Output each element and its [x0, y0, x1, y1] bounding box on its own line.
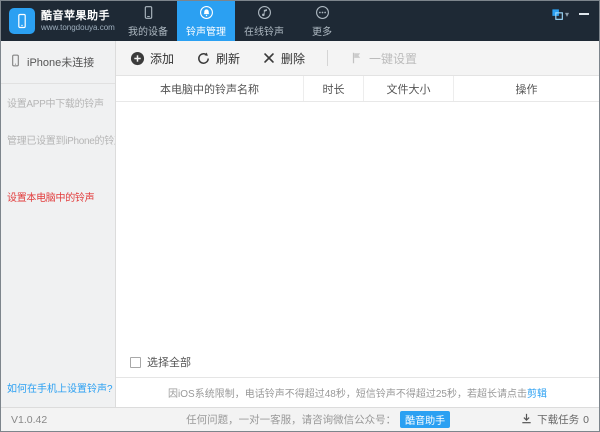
download-tasks-button[interactable]: 下载任务 0 — [520, 412, 589, 428]
x-icon — [262, 51, 276, 65]
download-tasks-count: 0 — [583, 413, 589, 426]
tab-more[interactable]: 更多 — [293, 1, 351, 41]
support-message-text: 任何问题，一对一客服，请咨询微信公众号： — [186, 414, 397, 426]
content-panel: 添加 刷新 删除 一键设置 本电脑中的铃声名称 时长 文件大小 操作 选择全部 … — [116, 41, 599, 407]
wechat-badge[interactable]: 酷音助手 — [400, 411, 451, 428]
select-all-row: 选择全部 — [116, 347, 599, 377]
tab-label: 铃声管理 — [186, 26, 226, 38]
sidebar-item-app-downloaded-ringtones[interactable]: 设置APP中下载的铃声 — [1, 84, 115, 121]
tab-my-devices[interactable]: 我的设备 — [119, 1, 177, 41]
window-controls: ▾ — [551, 1, 599, 41]
app-website: www.tongdouya.com — [41, 22, 115, 32]
refresh-button-label: 刷新 — [216, 51, 241, 66]
main-area: iPhone未连接 设置APP中下载的铃声 管理已设置到iPhone的铃声 设置… — [1, 41, 599, 407]
connection-status: iPhone未连接 — [1, 41, 115, 84]
tab-ringtone-manage[interactable]: 铃声管理 — [177, 1, 235, 41]
column-file-size: 文件大小 — [364, 76, 454, 101]
sidebar-item-manage-iphone-ringtones[interactable]: 管理已设置到iPhone的铃声 — [1, 121, 115, 158]
minimize-icon — [579, 13, 589, 15]
skin-icon — [552, 9, 563, 20]
phone-icon — [141, 5, 156, 20]
refresh-icon — [196, 51, 211, 66]
tab-online-ringtones[interactable]: 在线铃声 — [235, 1, 293, 41]
connection-status-label: iPhone未连接 — [27, 57, 95, 69]
delete-button[interactable]: 删除 — [262, 50, 305, 67]
select-all-label: 选择全部 — [147, 357, 191, 369]
minimize-button[interactable] — [579, 8, 589, 15]
iphone-icon — [9, 54, 22, 70]
one-click-setup-label: 一键设置 — [369, 51, 418, 66]
add-button[interactable]: 添加 — [130, 50, 174, 67]
download-icon — [520, 412, 533, 428]
delete-button-label: 删除 — [281, 51, 306, 66]
sidebar: iPhone未连接 设置APP中下载的铃声 管理已设置到iPhone的铃声 设置… — [1, 41, 116, 407]
app-logo-icon — [9, 8, 35, 34]
chevron-down-icon: ▾ — [564, 9, 569, 19]
app-window: 酷音苹果助手 www.tongdouya.com 我的设备 铃声管理 在线铃声 … — [0, 0, 600, 432]
support-message: 任何问题，一对一客服，请咨询微信公众号： 酷音助手 — [116, 411, 520, 428]
sidebar-item-local-ringtones[interactable]: 设置本电脑中的铃声 — [1, 178, 115, 215]
tab-label: 我的设备 — [128, 26, 168, 38]
column-duration: 时长 — [304, 76, 364, 101]
status-bar: V1.0.42 任何问题，一对一客服，请咨询微信公众号： 酷音助手 下载任务 0 — [1, 407, 599, 431]
skin-menu-button[interactable]: ▾ — [551, 8, 569, 21]
toolbar: 添加 刷新 删除 一键设置 — [116, 41, 599, 76]
column-operation: 操作 — [515, 83, 538, 96]
ios-limit-notice: 因iOS系统限制，电话铃声不得超过48秒，短信铃声不得超过25秒，若超长请点击剪… — [116, 377, 599, 407]
version-label: V1.0.42 — [11, 413, 48, 426]
help-link[interactable]: 如何在手机上设置铃声? — [1, 368, 115, 407]
column-ringtone-name: 本电脑中的铃声名称 — [116, 76, 304, 101]
refresh-button[interactable]: 刷新 — [196, 50, 240, 67]
tab-label: 更多 — [312, 26, 332, 38]
clip-link[interactable]: 剪辑 — [527, 389, 547, 400]
select-all-checkbox[interactable] — [130, 356, 141, 368]
main-nav: 我的设备 铃声管理 在线铃声 更多 — [119, 1, 351, 41]
app-title: 酷音苹果助手 — [41, 10, 110, 23]
flag-icon — [350, 51, 364, 65]
download-tasks-label: 下载任务 — [537, 414, 580, 426]
bell-circle-icon — [199, 5, 214, 20]
table-header: 本电脑中的铃声名称 时长 文件大小 操作 — [116, 76, 599, 102]
toolbar-separator — [327, 50, 329, 66]
add-button-label: 添加 — [150, 51, 175, 66]
more-circle-icon — [315, 5, 330, 20]
tab-label: 在线铃声 — [244, 26, 284, 38]
plus-circle-icon — [130, 51, 145, 66]
notice-text: 因iOS系统限制，电话铃声不得超过48秒，短信铃声不得超过25秒，若超长请点击 — [168, 389, 527, 400]
app-brand: 酷音苹果助手 www.tongdouya.com — [1, 1, 119, 41]
ringtone-list-empty — [116, 102, 599, 347]
one-click-setup-button[interactable]: 一键设置 — [350, 50, 417, 67]
music-circle-icon — [257, 5, 272, 20]
title-bar: 酷音苹果助手 www.tongdouya.com 我的设备 铃声管理 在线铃声 … — [1, 1, 599, 41]
